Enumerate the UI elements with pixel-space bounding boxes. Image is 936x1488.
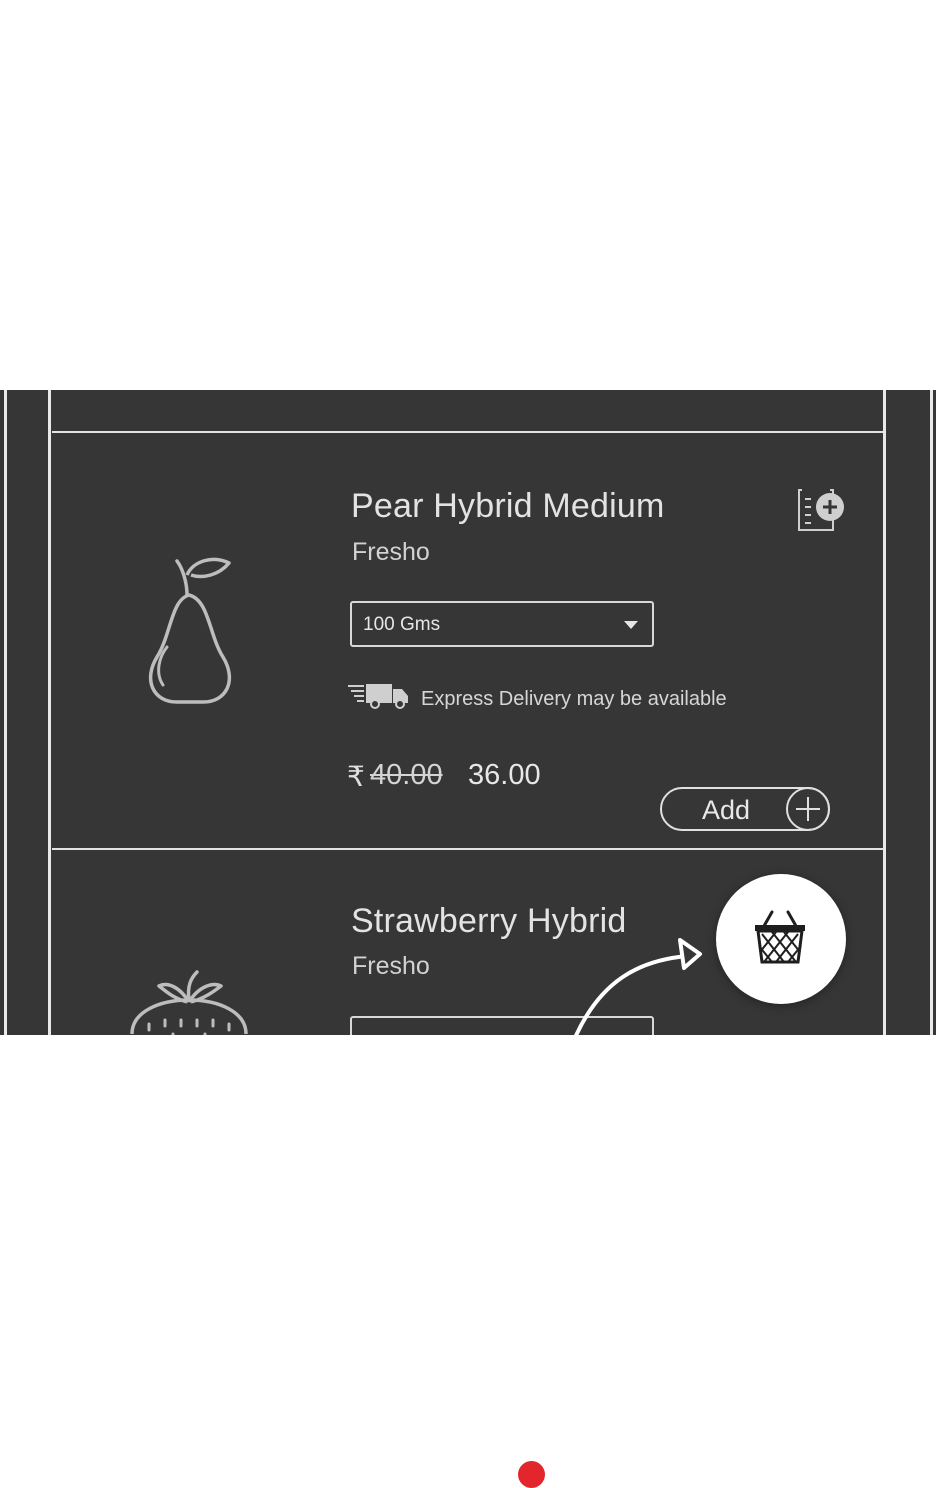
plus-icon[interactable] (786, 787, 830, 831)
product-card-pear[interactable]: Pear Hybrid Medium Fresho 100 Gms Expres… (53, 433, 883, 848)
divider-left-outer (4, 390, 7, 1035)
page-indicator-dot[interactable] (518, 1461, 545, 1488)
divider-right-inner (883, 390, 886, 1035)
product-brand: Fresho (352, 952, 430, 980)
sale-price: 36.00 (468, 759, 541, 791)
pear-icon (148, 557, 232, 704)
strawberry-icon (130, 970, 248, 1035)
divider-left-inner (48, 390, 51, 1035)
basket-icon (755, 910, 805, 964)
add-button-label: Add (702, 795, 751, 825)
chevron-down-icon (624, 621, 638, 629)
product-name[interactable]: Pear Hybrid Medium (351, 487, 665, 526)
delivery-note: Express Delivery may be available (421, 688, 727, 710)
currency-symbol: ₹ (347, 761, 365, 792)
delivery-truck-icon (348, 684, 408, 709)
arrow-icon (574, 938, 702, 1035)
divider-right-outer (930, 390, 933, 1035)
add-to-list-icon[interactable] (796, 487, 848, 533)
product-brand: Fresho (352, 538, 430, 566)
mrp-price: 40.00 (370, 759, 443, 791)
quantity-value: 100 Gms (363, 614, 441, 635)
basket-button[interactable] (716, 874, 846, 1004)
add-button[interactable]: Add (660, 787, 830, 831)
quantity-select[interactable]: 100 Gms (350, 601, 654, 647)
